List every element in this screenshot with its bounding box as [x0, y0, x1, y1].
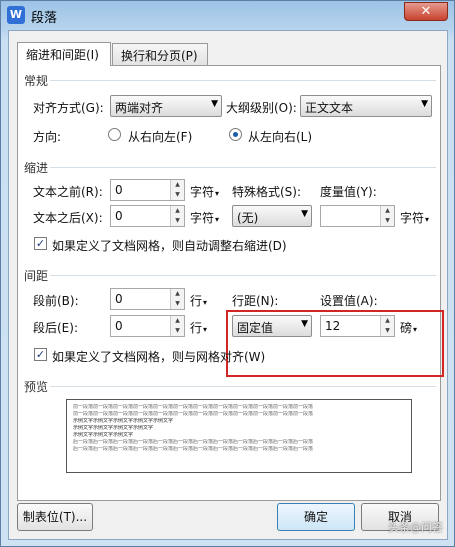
line-spacing-label: 行距(N):	[232, 294, 279, 308]
chevron-down-icon: ▼	[301, 209, 308, 219]
spin-down-icon[interactable]: ▼	[171, 299, 184, 309]
indent-before-unit[interactable]: 字符▾	[190, 183, 219, 200]
unit-chevron-icon: ▾	[215, 215, 220, 224]
indent-section-label: 缩进	[24, 161, 49, 175]
spin-down-icon[interactable]: ▼	[381, 216, 394, 226]
chevron-down-icon: ▼	[211, 99, 218, 109]
preview-sample-line: 示例文字示例文字示例文字示例文字示例文字	[73, 418, 174, 424]
alignment-select[interactable]: 两端对齐 ▼	[110, 95, 222, 117]
wps-app-icon: W	[7, 6, 25, 24]
tab-panel: 常规 对齐方式(G): 两端对齐 ▼ 大纲级别(O): 正文文本 ▼ 方向: 从…	[17, 65, 444, 501]
special-format-value: (无)	[237, 211, 259, 225]
ok-button[interactable]: 确定	[277, 503, 355, 531]
space-before-value: 0	[115, 292, 123, 306]
rtl-label[interactable]: 从右向左(F)	[128, 128, 192, 145]
spin-buttons[interactable]: ▲ ▼	[170, 289, 184, 309]
ltr-radio[interactable]	[229, 128, 242, 141]
spin-down-icon[interactable]: ▼	[171, 326, 184, 336]
preview-sample-line: 示例文字示例文字示例文字示例文字	[73, 425, 154, 431]
unit-chevron-icon: ▾	[203, 298, 208, 307]
dialog-client: 缩进和间距(I) 换行和分页(P) 常规 对齐方式(G): 两端对齐 ▼ 大纲级…	[8, 30, 448, 540]
preview-prev-line: 前一段落前一段落前一段落前一段落前一段落前一段落前一段落前一段落前一段落前一段落…	[73, 404, 314, 410]
chevron-down-icon: ▼	[421, 99, 428, 109]
dialog-title: 段落	[31, 11, 58, 26]
auto-indent-checkbox[interactable]: ✓	[34, 237, 47, 250]
divider	[50, 80, 436, 81]
measure-spinner[interactable]: ▲ ▼	[320, 205, 395, 227]
spin-down-icon[interactable]: ▼	[171, 190, 184, 200]
space-after-label: 段后(E):	[33, 321, 78, 335]
tab-line-page-breaks[interactable]: 换行和分页(P)	[112, 43, 208, 65]
paragraph-dialog: W 段落 ✕ 缩进和间距(I) 换行和分页(P) 常规 对齐方式(G): 两端对…	[0, 0, 455, 547]
indent-after-spinner[interactable]: 0 ▲ ▼	[110, 205, 185, 227]
indent-after-value: 0	[115, 209, 123, 223]
divider	[50, 275, 436, 276]
space-before-spinner[interactable]: 0 ▲ ▼	[110, 288, 185, 310]
tab-indent-spacing[interactable]: 缩进和间距(I)	[17, 42, 111, 66]
spin-buttons[interactable]: ▲ ▼	[170, 206, 184, 226]
setting-value-label: 设置值(A):	[320, 294, 378, 308]
close-button[interactable]: ✕	[404, 2, 448, 21]
general-section-label: 常规	[24, 74, 49, 88]
preview-sample-line: 示例文字示例文字示例文字	[73, 432, 134, 438]
alignment-value: 两端对齐	[115, 101, 164, 115]
preview-next-line: 后一段落后一段落后一段落后一段落后一段落后一段落后一段落后一段落后一段落后一段落…	[73, 446, 314, 452]
space-after-spinner[interactable]: 0 ▲ ▼	[110, 315, 185, 337]
special-format-label: 特殊格式(S):	[232, 185, 302, 199]
snap-to-grid-checkbox[interactable]: ✓	[34, 348, 47, 361]
space-before-label: 段前(B):	[33, 294, 79, 308]
indent-before-spinner[interactable]: 0 ▲ ▼	[110, 179, 185, 201]
direction-label: 方向:	[33, 130, 62, 144]
indent-after-unit[interactable]: 字符▾	[190, 209, 219, 226]
measure-unit[interactable]: 字符▾	[400, 209, 429, 226]
measure-label: 度量值(Y):	[320, 185, 377, 199]
alignment-label: 对齐方式(G):	[33, 101, 104, 115]
spin-up-icon[interactable]: ▲	[381, 206, 394, 216]
title-bar: W 段落 ✕	[1, 1, 454, 29]
spin-up-icon[interactable]: ▲	[171, 180, 184, 190]
tab-stops-button[interactable]: 制表位(T)...	[17, 503, 93, 531]
indent-before-label: 文本之前(R):	[33, 185, 103, 199]
outline-level-value: 正文文本	[305, 101, 354, 115]
unit-chevron-icon: ▾	[425, 215, 430, 224]
spin-buttons[interactable]: ▲ ▼	[380, 206, 394, 226]
spin-up-icon[interactable]: ▲	[171, 316, 184, 326]
preview-box: 前一段落前一段落前一段落前一段落前一段落前一段落前一段落前一段落前一段落前一段落…	[66, 399, 412, 473]
space-after-value: 0	[115, 319, 123, 333]
spin-buttons[interactable]: ▲ ▼	[170, 180, 184, 200]
spacing-section-label: 间距	[24, 269, 49, 283]
preview-section-label: 预览	[24, 380, 49, 394]
spin-up-icon[interactable]: ▲	[171, 206, 184, 216]
spin-down-icon[interactable]: ▼	[171, 216, 184, 226]
space-after-unit[interactable]: 行▾	[190, 319, 207, 336]
divider	[50, 167, 436, 168]
outline-level-select[interactable]: 正文文本 ▼	[300, 95, 432, 117]
watermark: 头条@问答	[388, 521, 443, 534]
ltr-label[interactable]: 从左向右(L)	[248, 128, 312, 145]
unit-chevron-icon: ▾	[215, 189, 220, 198]
outline-level-label: 大纲级别(O):	[226, 101, 297, 115]
indent-before-value: 0	[115, 183, 123, 197]
space-before-unit[interactable]: 行▾	[190, 292, 207, 309]
indent-after-label: 文本之后(X):	[33, 211, 103, 225]
auto-indent-label[interactable]: 如果定义了文档网格，则自动调整右缩进(D)	[52, 237, 287, 254]
snap-to-grid-label[interactable]: 如果定义了文档网格，则与网格对齐(W)	[52, 348, 265, 365]
unit-chevron-icon: ▾	[203, 325, 208, 334]
preview-next-line: 后一段落后一段落后一段落后一段落后一段落后一段落后一段落后一段落后一段落后一段落…	[73, 439, 314, 445]
special-format-select[interactable]: (无) ▼	[232, 205, 312, 227]
divider	[50, 386, 436, 387]
spin-buttons[interactable]: ▲ ▼	[170, 316, 184, 336]
highlight-box	[226, 310, 444, 377]
rtl-radio[interactable]	[108, 128, 121, 141]
spin-up-icon[interactable]: ▲	[171, 289, 184, 299]
preview-prev-line: 前一段落前一段落前一段落前一段落前一段落前一段落前一段落前一段落前一段落前一段落…	[73, 411, 314, 417]
